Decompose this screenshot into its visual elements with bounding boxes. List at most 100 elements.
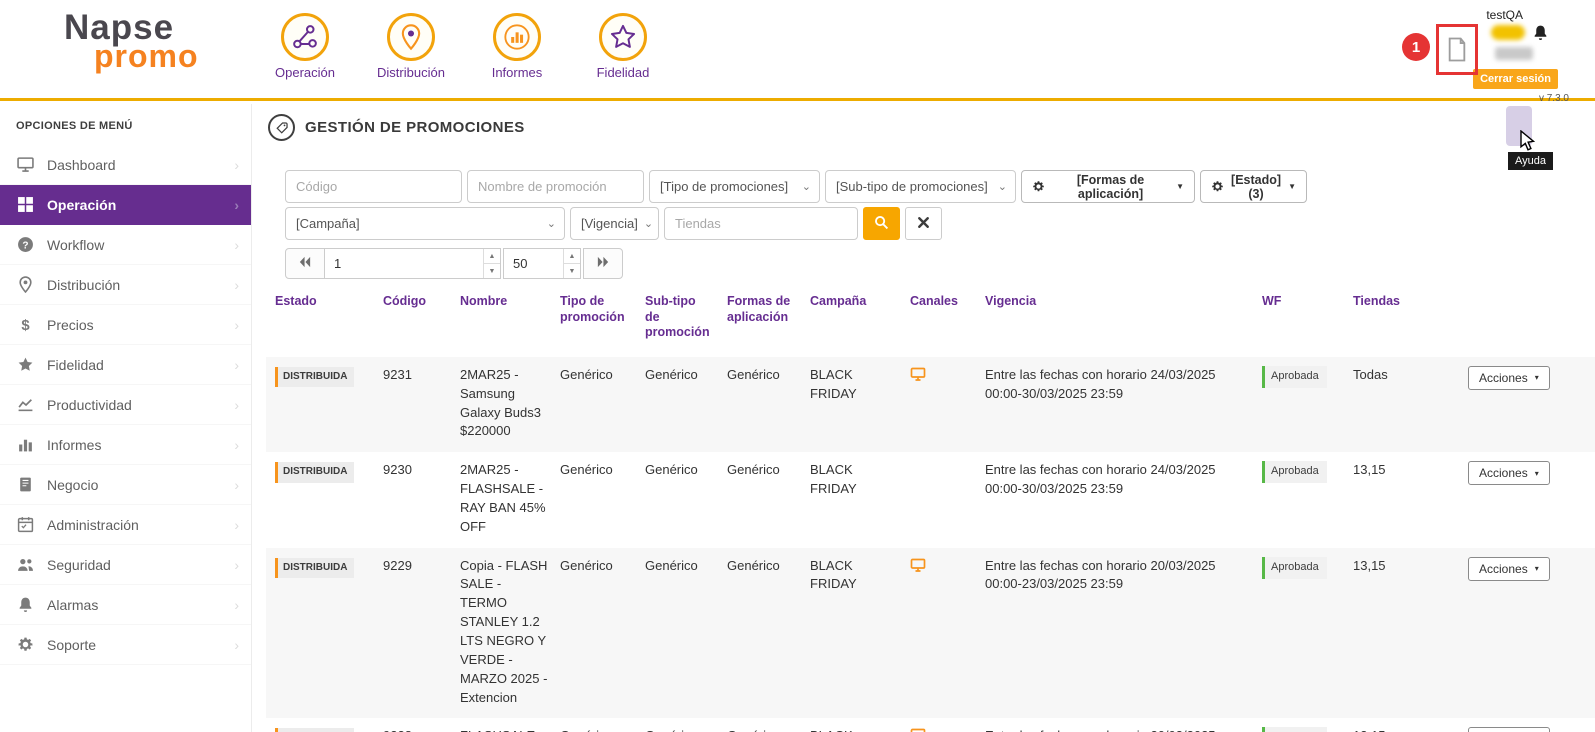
cell-codigo: 9228 xyxy=(383,727,460,732)
page-size-stepper: ▲ ▼ xyxy=(563,249,580,278)
cell-campana: BLACK FRIDAY xyxy=(810,462,857,497)
last-page-button[interactable] xyxy=(583,248,623,279)
top-nav-fidelidad[interactable]: Fidelidad xyxy=(585,13,661,80)
table-row[interactable]: DISTRIBUIDA 9230 2MAR25 - FLASHSALE - RA… xyxy=(266,452,1595,547)
tipo-promociones-value: [Tipo de promociones] xyxy=(660,179,789,194)
sidebar-item-seguridad[interactable]: Seguridad › xyxy=(0,545,251,585)
sidebar-item-label: Operación xyxy=(47,196,117,213)
cell-vigencia: Entre las fechas con horario 24/03/2025 … xyxy=(985,462,1216,497)
sidebar-item-informes[interactable]: Informes › xyxy=(0,425,251,465)
acciones-button[interactable]: Acciones ▾ xyxy=(1468,365,1550,390)
chevron-right-icon: › xyxy=(234,556,239,573)
caret-down-icon: ▾ xyxy=(1534,564,1539,574)
sidebar-item-precios[interactable]: $ Precios › xyxy=(0,305,251,345)
username: testQA xyxy=(1486,8,1523,22)
top-nav-label: Fidelidad xyxy=(596,65,650,80)
sidebar-item-label: Dashboard xyxy=(47,156,116,173)
tiendas-input[interactable] xyxy=(664,207,858,240)
subtipo-promociones-select[interactable]: [Sub-tipo de promociones] ⌄ xyxy=(825,170,1016,203)
column-header-tiendas: Tiendas xyxy=(1353,294,1401,308)
table-row[interactable]: DISTRIBUIDA 9231 2MAR25 - Samsung Galaxy… xyxy=(266,356,1595,453)
bars-circle-icon xyxy=(493,13,541,61)
document-icon[interactable] xyxy=(1446,36,1468,63)
sidebar-item-label: Soporte xyxy=(47,636,97,653)
cell-nombre: Copia - FLASH SALE - TERMO STANLEY 1.2 L… xyxy=(460,557,548,705)
sidebar-item-operacion[interactable]: Operación › xyxy=(0,185,251,225)
stepper-up-icon[interactable]: ▲ xyxy=(564,249,580,264)
tipo-promociones-select[interactable]: [Tipo de promociones] ⌄ xyxy=(649,170,820,203)
gear-icon xyxy=(17,636,34,653)
codigo-input[interactable] xyxy=(285,170,462,203)
clear-filters-button[interactable] xyxy=(905,207,942,240)
sidebar-item-workflow[interactable]: ? Workflow › xyxy=(0,225,251,265)
acciones-button[interactable]: Acciones ▾ xyxy=(1468,556,1550,581)
cell-campana: BLACK FRIDAY xyxy=(810,727,910,732)
top-nav-informes[interactable]: Informes xyxy=(479,13,555,80)
sidebar-item-administracion[interactable]: Administración › xyxy=(0,505,251,545)
user-badges-row xyxy=(1491,23,1549,42)
sidebar-item-distribucion[interactable]: Distribución › xyxy=(0,265,251,305)
sidebar-item-label: Informes xyxy=(47,436,102,453)
sidebar-item-label: Workflow xyxy=(47,236,105,253)
chevron-down-icon: ⌄ xyxy=(997,181,1007,193)
sidebar-items: Dashboard › Operación ›? Workflow › Distribuci… xyxy=(0,145,251,665)
logout-button[interactable]: Cerrar sesión xyxy=(1473,69,1558,89)
sidebar-item-soporte[interactable]: Soporte › xyxy=(0,625,251,665)
filters-row-1: [Tipo de promociones] ⌄ [Sub-tipo de pro… xyxy=(285,170,1307,203)
cell-tiendas: 13,15 xyxy=(1353,462,1386,478)
stepper-up-icon[interactable]: ▲ xyxy=(484,249,500,264)
sidebar-item-label: Administración xyxy=(47,516,139,533)
stepper-down-icon[interactable]: ▼ xyxy=(564,264,580,278)
cell-subtipo-promocion: Genérico xyxy=(645,366,698,382)
acciones-button[interactable]: Acciones ▾ xyxy=(1468,727,1550,732)
first-page-button[interactable] xyxy=(285,248,325,279)
cell-estado: DISTRIBUIDA xyxy=(275,461,383,483)
page-number-input[interactable] xyxy=(325,249,483,278)
campana-select[interactable]: [Campaña] ⌄ xyxy=(285,207,565,240)
cell-codigo: 9231 xyxy=(383,366,412,382)
column-header-campana: Campaña xyxy=(810,294,867,308)
sidebar-item-label: Negocio xyxy=(47,476,99,493)
sidebar-item-productividad[interactable]: Productividad › xyxy=(0,385,251,425)
status-badge: DISTRIBUIDA xyxy=(275,728,355,732)
search-button[interactable] xyxy=(863,207,900,240)
caret-down-icon: ▾ xyxy=(1534,468,1539,478)
chevron-right-icon: › xyxy=(234,476,239,493)
star-icon xyxy=(17,356,34,373)
table-row[interactable]: DISTRIBUIDA 9229 Copia - FLASH SALE - TE… xyxy=(266,547,1595,719)
vigencia-select[interactable]: [Vigencia] ⌄ xyxy=(570,207,659,240)
notifications-bell-icon[interactable] xyxy=(1532,23,1549,42)
column-header-tipo-de-promocion: Tipo de promoción xyxy=(560,294,625,324)
caret-down-icon: ▾ xyxy=(1534,373,1539,383)
top-nav-operacion[interactable]: Operación xyxy=(267,13,343,80)
wf-badge: Aprobada xyxy=(1262,461,1327,484)
cell-subtipo-promocion: Genérico xyxy=(645,462,698,478)
pagination: ▲ ▼ ▲ ▼ xyxy=(285,248,623,279)
sidebar-item-negocio[interactable]: Negocio › xyxy=(0,465,251,505)
mouse-cursor-icon xyxy=(1517,129,1537,152)
caret-down-icon: ▼ xyxy=(1288,182,1296,191)
screen-channel-icon xyxy=(910,727,926,732)
pin-icon xyxy=(17,276,34,293)
gear-icon xyxy=(1211,180,1224,193)
sidebar-item-dashboard[interactable]: Dashboard › xyxy=(0,145,251,185)
stepper-down-icon[interactable]: ▼ xyxy=(484,264,500,278)
estado-dropdown[interactable]: [Estado] (3) ▼ xyxy=(1200,170,1307,203)
brand-logo[interactable]: Napse promo xyxy=(64,8,199,75)
column-header-codigo: Código xyxy=(383,294,427,308)
acciones-button[interactable]: Acciones ▾ xyxy=(1468,461,1550,486)
cell-campana: BLACK FRIDAY xyxy=(810,366,857,401)
status-badge: DISTRIBUIDA xyxy=(275,462,355,483)
sidebar-item-fidelidad[interactable]: Fidelidad › xyxy=(0,345,251,385)
bell-icon xyxy=(17,596,34,613)
nombre-promocion-input[interactable] xyxy=(467,170,644,203)
table-row[interactable]: DISTRIBUIDA 9228 FLASHSALE - TERMO STANL… xyxy=(266,718,1595,732)
sidebar-item-alarmas[interactable]: Alarmas › xyxy=(0,585,251,625)
chevron-down-icon: ⌄ xyxy=(801,181,811,193)
formas-aplicacion-dropdown[interactable]: [Formas de aplicación] ▼ xyxy=(1021,170,1195,203)
cell-nombre: 2MAR25 - Samsung Galaxy Buds3 $220000 xyxy=(460,366,541,439)
wf-badge: Aprobada xyxy=(1262,727,1327,732)
page-size-input[interactable] xyxy=(504,249,563,278)
svg-text:$: $ xyxy=(21,318,30,333)
top-nav-distribucion[interactable]: Distribución xyxy=(373,13,449,80)
